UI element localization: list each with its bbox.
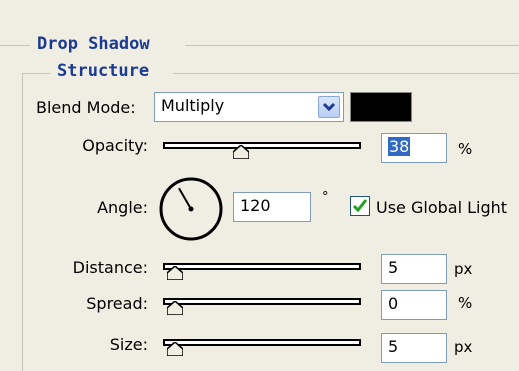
size-value: 5 [388,337,399,356]
blend-mode-select[interactable]: Multiply [154,92,344,122]
structure-group-border-right [173,73,519,74]
spread-slider-track[interactable] [163,298,361,305]
angle-label: Angle: [97,198,148,217]
angle-value: 120 [240,196,271,215]
blend-mode-label: Blend Mode: [36,98,136,117]
drop-shadow-group-border-right [185,45,519,46]
distance-label: Distance: [72,258,148,277]
size-slider-thumb[interactable] [167,342,183,356]
shadow-color-swatch[interactable] [350,92,412,122]
spread-value: 0 [388,294,399,313]
distance-unit: px [454,260,473,278]
use-global-light-checkbox[interactable] [350,196,370,216]
opacity-slider-thumb[interactable] [233,145,250,159]
size-label: Size: [109,335,148,354]
spread-label: Spread: [86,294,148,313]
angle-degree-unit: ° [322,190,329,205]
size-slider-track[interactable] [163,339,361,346]
opacity-slider-track[interactable] [163,142,361,149]
angle-dial[interactable] [158,176,224,242]
chevron-down-icon[interactable] [318,96,340,118]
structure-group-border-left [22,73,50,74]
distance-slider-track[interactable] [163,263,361,270]
spread-unit: % [458,294,473,312]
spread-slider-thumb[interactable] [167,301,183,315]
opacity-input[interactable]: 38 [381,133,447,163]
use-global-light-label[interactable]: Use Global Light [376,198,507,217]
distance-slider-thumb[interactable] [167,266,183,280]
opacity-label: Opacity: [82,136,148,155]
opacity-unit: % [458,140,473,158]
distance-input[interactable]: 5 [381,254,447,284]
size-input[interactable]: 5 [381,333,447,363]
structure-group-title: Structure [54,61,153,81]
opacity-value: 38 [388,137,411,156]
blend-mode-value: Multiply [161,96,225,115]
structure-group-border-left-vertical [22,73,23,371]
distance-value: 5 [388,258,399,277]
spread-input[interactable]: 0 [381,290,447,320]
size-unit: px [454,338,473,356]
drop-shadow-group-title: Drop Shadow [34,34,153,54]
drop-shadow-group-border-left [0,45,30,46]
angle-input[interactable]: 120 [233,192,311,222]
